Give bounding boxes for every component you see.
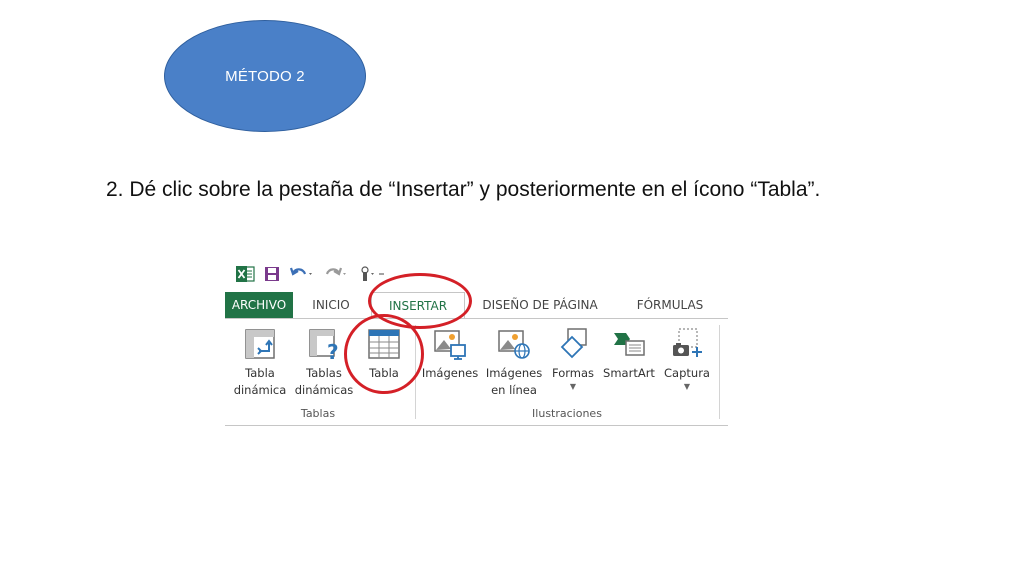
excel-icon (235, 264, 255, 284)
screenshot-icon (673, 328, 702, 357)
method-label: MÉTODO 2 (225, 67, 305, 85)
screenshot-label: Captura (664, 366, 710, 380)
smartart-icon (614, 333, 645, 356)
ribbon-tabs: ARCHIVO INICIO INSERTAR DISEÑO DE PÁGINA… (225, 292, 730, 318)
recommended-pivot-icon: ? (309, 329, 339, 361)
tab-inicio[interactable]: INICIO (303, 292, 359, 318)
svg-text:?: ? (327, 340, 339, 361)
shapes-icon (560, 328, 587, 359)
touch-mode-icon[interactable] (357, 264, 385, 284)
online-pictures-icon (498, 330, 530, 359)
shapes-dropdown-icon[interactable]: ▼ (547, 382, 599, 392)
pivot-table-icon (245, 329, 275, 359)
recommended-pivot-label-2: dinámicas (294, 383, 354, 397)
online-pictures-button[interactable]: Imágenes en línea (481, 327, 547, 399)
screenshot-button[interactable]: Captura ▼ (659, 327, 715, 392)
shapes-button[interactable]: Formas ▼ (547, 327, 599, 392)
excel-ribbon-screenshot: ARCHIVO INICIO INSERTAR DISEÑO DE PÁGINA… (225, 258, 730, 428)
pictures-icon (434, 330, 466, 360)
method-oval: MÉTODO 2 (164, 20, 366, 132)
redo-icon[interactable] (323, 264, 349, 284)
instruction-text: 2. Dé clic sobre la pestaña de “Insertar… (106, 178, 821, 201)
quick-access-toolbar (235, 263, 393, 285)
online-pictures-label-2: en línea (491, 383, 537, 397)
shapes-label: Formas (551, 366, 594, 380)
pivot-table-label-1: Tabla (245, 366, 275, 380)
smartart-label: SmartArt (603, 366, 655, 380)
ribbon-panel: Tabla dinámica ? Tablas dinámicas Tabla … (225, 318, 728, 426)
group-separator-end (719, 325, 720, 419)
screenshot-dropdown-icon[interactable]: ▼ (659, 382, 715, 392)
tab-diseno-pagina[interactable]: DISEÑO DE PÁGINA (475, 292, 605, 318)
pictures-button[interactable]: Imágenes (419, 327, 481, 382)
group-label-tablas: Tablas (300, 407, 336, 420)
tab-formulas[interactable]: FÓRMULAS (625, 292, 715, 318)
save-icon[interactable] (263, 264, 281, 284)
pictures-label: Imágenes (421, 366, 479, 380)
online-pictures-label-1: Imágenes (485, 366, 543, 380)
smartart-button[interactable]: SmartArt (599, 327, 659, 382)
pivot-table-button[interactable]: Tabla dinámica (228, 327, 292, 399)
highlight-circle-tabla (344, 314, 424, 394)
tab-archivo[interactable]: ARCHIVO (225, 292, 293, 318)
group-label-ilustraciones: Ilustraciones (532, 407, 602, 420)
pivot-table-label-2: dinámica (233, 383, 287, 397)
undo-icon[interactable] (289, 264, 315, 284)
